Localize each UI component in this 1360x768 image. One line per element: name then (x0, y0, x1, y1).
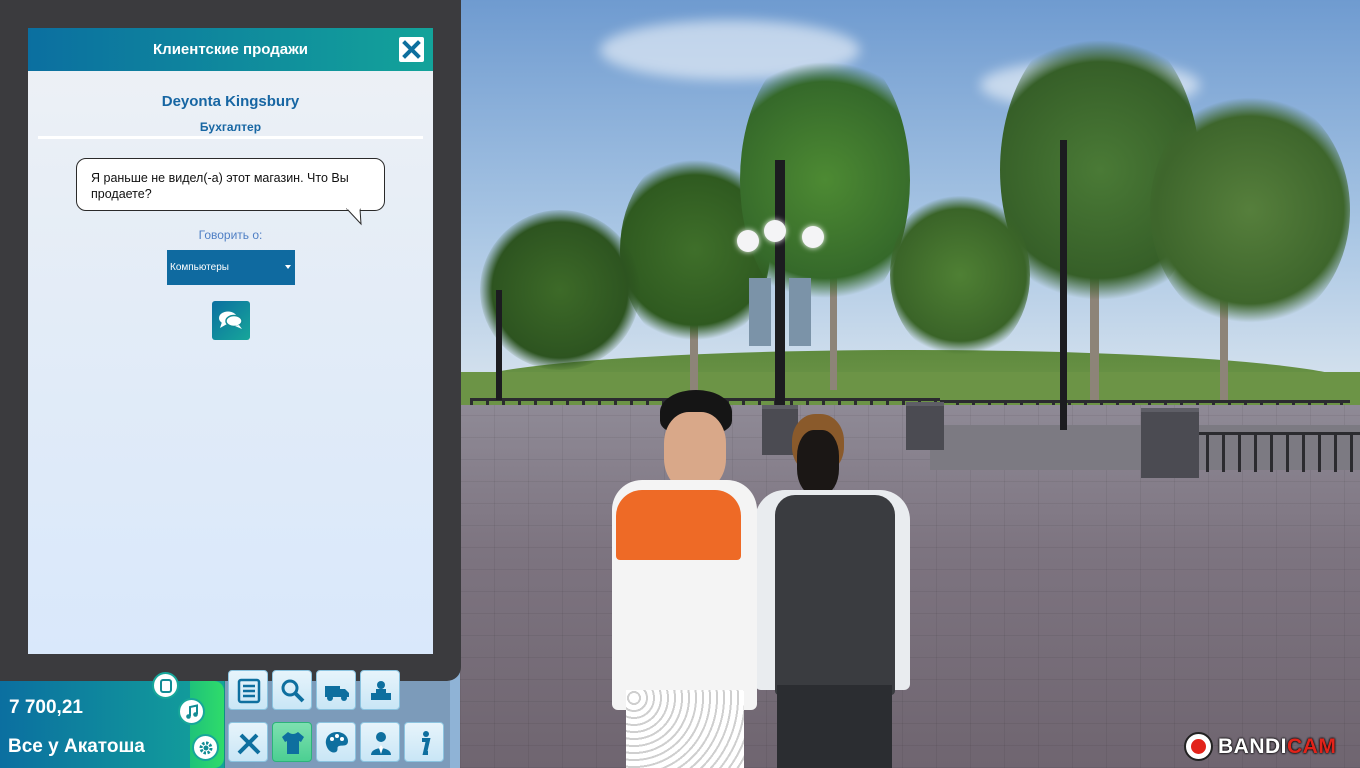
tool-info[interactable] (404, 722, 444, 762)
search-icon (281, 679, 305, 703)
dialog-title: Клиентские продажи (153, 41, 308, 58)
speech-bubble-tail (346, 208, 362, 226)
customer-job: Бухгалтер (199, 120, 262, 134)
info-icon (422, 731, 431, 755)
cashier-icon (371, 681, 391, 700)
chevron-down-icon (285, 265, 291, 269)
store-name: Все у Акатоша (8, 736, 145, 757)
street-lamp (496, 290, 502, 400)
tool-build[interactable] (228, 722, 268, 762)
tree (890, 190, 1030, 360)
settings-button[interactable] (192, 734, 219, 761)
truck-icon (325, 686, 349, 701)
lamp-globe (802, 226, 824, 248)
tool-checklist[interactable] (228, 670, 268, 710)
speech-bubble: Я раньше не видел(-а) этот магазин. Что … (76, 158, 385, 211)
music-button[interactable] (178, 698, 205, 725)
tool-paint[interactable] (316, 722, 356, 762)
close-icon (402, 40, 421, 59)
tool-cashier[interactable] (360, 670, 400, 710)
palette-icon (325, 732, 348, 753)
money-balance: 7 700,21 (9, 697, 83, 718)
lamp-globe (764, 220, 786, 242)
bandicam-logo-text: BANDICAM (1218, 735, 1337, 758)
talk-button[interactable] (212, 301, 250, 340)
topic-selected-value: Компьютеры (170, 262, 229, 273)
tool-staff[interactable] (360, 722, 400, 762)
street-lamp (775, 160, 785, 430)
street-lamp (1060, 140, 1067, 430)
bandicam-watermark: BANDICAM (1184, 731, 1344, 763)
tree (1150, 90, 1350, 330)
topic-dropdown[interactable]: Компьютеры (167, 250, 295, 285)
employee-icon (371, 732, 391, 755)
phone-icon (160, 679, 172, 693)
music-note-icon (186, 704, 198, 719)
planter (1141, 408, 1199, 478)
dialog-frame: Клиентские продажи Deyonta Kingsbury Бух… (0, 0, 461, 681)
tool-clothing[interactable] (272, 722, 312, 762)
lamp-banner (789, 278, 811, 346)
record-icon (1184, 732, 1213, 761)
gear-icon (199, 741, 213, 755)
lamp-globe (737, 230, 759, 252)
phone-button[interactable] (152, 672, 179, 699)
tree (480, 210, 640, 370)
shirt-icon (282, 732, 304, 754)
lamp-banner (749, 278, 771, 346)
customer-character[interactable] (755, 410, 915, 768)
tool-search[interactable] (272, 670, 312, 710)
customer-sales-dialog: Клиентские продажи Deyonta Kingsbury Бух… (28, 28, 433, 654)
tool-delivery[interactable] (316, 670, 356, 710)
divider (38, 136, 423, 139)
talk-about-label: Говорить о: (198, 228, 263, 242)
tools-icon (237, 733, 261, 755)
checklist-icon (237, 678, 261, 704)
customer-name: Deyonta Kingsbury (161, 93, 300, 110)
fence (1190, 432, 1360, 472)
player-character[interactable] (612, 390, 762, 768)
chat-bubbles-icon (219, 311, 243, 329)
close-button[interactable] (399, 37, 424, 62)
